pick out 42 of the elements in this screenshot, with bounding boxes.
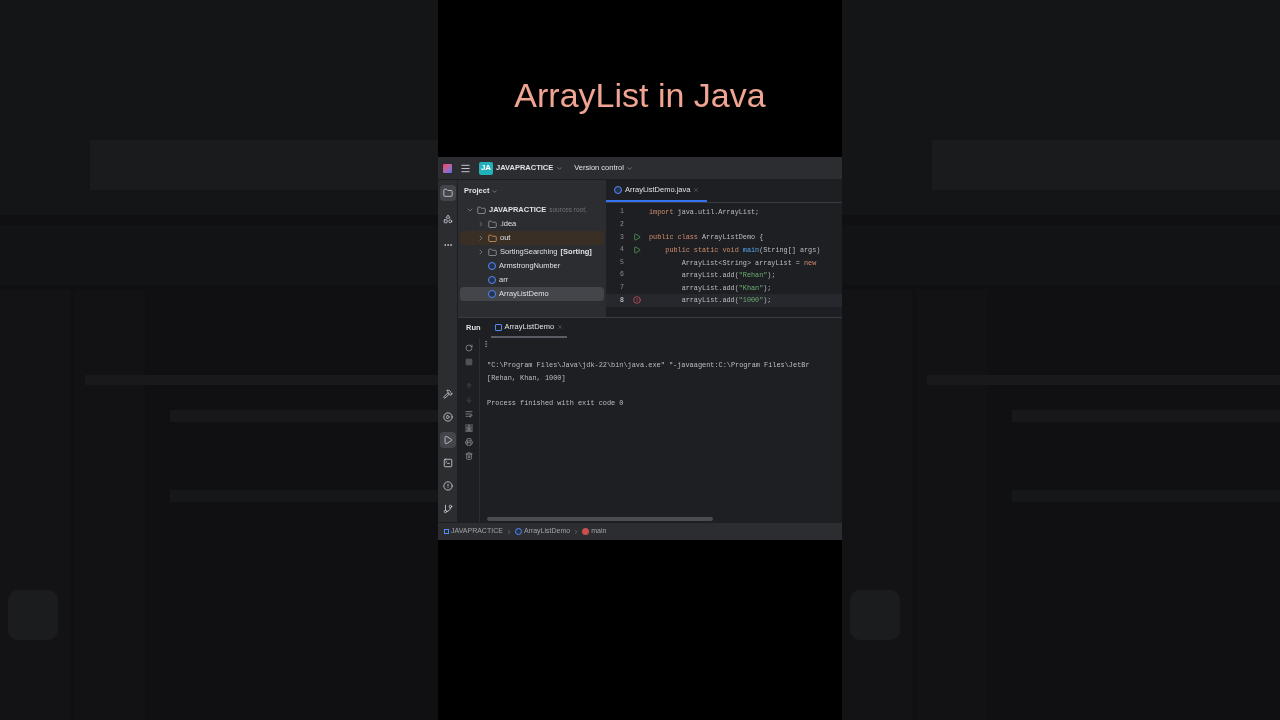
run-icon <box>442 435 453 445</box>
run-icon[interactable] <box>632 233 641 242</box>
collapse-icon[interactable] <box>477 220 485 228</box>
folder-icon <box>488 219 497 229</box>
horizontal-scrollbar[interactable] <box>487 517 713 521</box>
git-icon <box>442 504 453 514</box>
method-icon <box>582 528 590 535</box>
separator-icon <box>505 528 512 535</box>
folder-icon <box>488 233 497 243</box>
collapse-icon[interactable] <box>477 248 485 256</box>
services-icon <box>442 412 453 422</box>
class-icon <box>614 186 622 194</box>
wrap-icon[interactable] <box>464 410 473 418</box>
print-icon[interactable] <box>464 438 473 446</box>
chevron-down-icon <box>556 164 564 172</box>
stop-icon[interactable] <box>464 358 473 366</box>
structure-icon <box>442 214 453 224</box>
class-icon <box>514 528 522 535</box>
chevron-down-icon <box>625 164 633 172</box>
problems-icon <box>442 481 453 491</box>
terminal-icon <box>442 458 453 468</box>
rerun-icon[interactable] <box>464 344 473 352</box>
scroll-end-icon[interactable] <box>464 424 473 432</box>
run-tool-button[interactable] <box>439 432 456 448</box>
expand-icon[interactable] <box>466 206 474 214</box>
console-icon <box>494 323 502 331</box>
run-icon[interactable] <box>632 246 641 255</box>
trash-icon[interactable] <box>464 452 473 460</box>
build-icon <box>442 389 453 399</box>
menu-icon[interactable] <box>460 162 471 174</box>
folder-icon <box>488 247 497 257</box>
folder-tool-button[interactable] <box>439 185 456 201</box>
app-logo-icon <box>443 163 452 173</box>
chevron-down-icon <box>491 187 499 195</box>
collapse-icon[interactable] <box>477 234 485 242</box>
project-badge: JA <box>479 161 493 175</box>
folder-icon <box>442 188 453 198</box>
more-icon[interactable] <box>482 340 490 348</box>
headline: ArrayList in Java <box>514 77 766 112</box>
folder-icon <box>477 205 486 215</box>
module-icon <box>444 529 449 534</box>
separator-icon <box>573 528 580 535</box>
